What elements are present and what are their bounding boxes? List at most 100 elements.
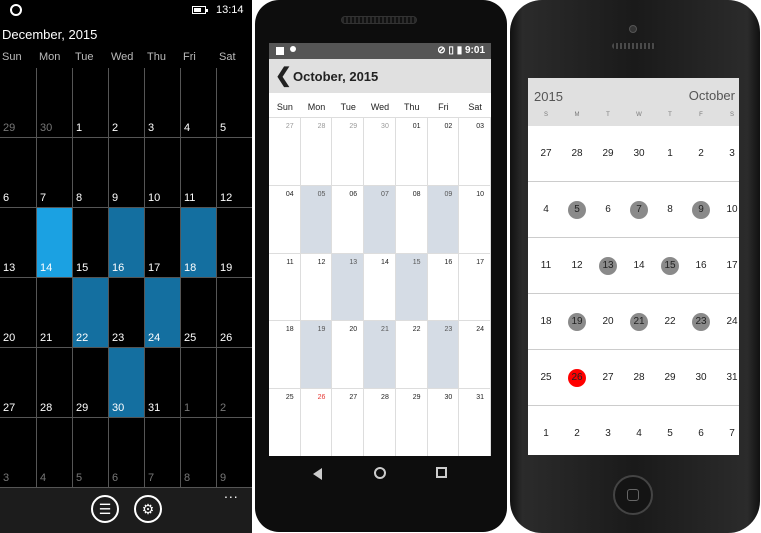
iphone-day-cell[interactable]: 5 <box>562 201 592 219</box>
android-day-cell[interactable]: 19 <box>300 320 333 389</box>
iphone-day-cell[interactable]: 11 <box>531 257 561 275</box>
iphone-day-cell[interactable]: 3 <box>593 425 623 443</box>
iphone-day-cell[interactable]: 10 <box>717 201 739 219</box>
android-day-cell[interactable]: 24 <box>459 320 491 389</box>
wp-day-cell[interactable]: 1 <box>73 68 109 138</box>
wp-day-cell[interactable]: 15 <box>73 208 109 278</box>
android-day-cell[interactable]: 07 <box>364 184 396 253</box>
android-day-cell[interactable]: 15 <box>395 252 428 321</box>
android-day-cell[interactable]: 20 <box>332 320 365 389</box>
wp-day-cell[interactable]: 11 <box>181 138 217 208</box>
iphone-day-cell[interactable]: 2 <box>686 145 716 163</box>
wp-day-cell[interactable]: 6 <box>109 418 145 488</box>
iphone-day-cell[interactable]: 29 <box>655 369 685 387</box>
iphone-day-cell[interactable]: 17 <box>717 257 739 275</box>
android-day-cell[interactable]: 27 <box>332 388 365 456</box>
wp-day-cell[interactable]: 8 <box>181 418 217 488</box>
wp-day-cell[interactable]: 5 <box>73 418 109 488</box>
android-day-cell[interactable]: 18 <box>269 320 301 389</box>
android-day-cell[interactable]: 30 <box>427 388 460 456</box>
android-day-cell[interactable]: 28 <box>300 117 333 185</box>
android-day-cell[interactable]: 29 <box>332 117 365 185</box>
wp-day-cell[interactable]: 3 <box>145 68 181 138</box>
iphone-day-cell[interactable]: 4 <box>624 425 654 443</box>
wp-day-cell[interactable]: 26 <box>217 278 252 348</box>
nav-recents-icon[interactable] <box>436 467 447 478</box>
android-day-cell[interactable]: 30 <box>364 117 396 185</box>
wp-day-cell[interactable]: 4 <box>181 68 217 138</box>
iphone-day-cell[interactable]: 6 <box>593 201 623 219</box>
more-options-button[interactable]: ... <box>224 485 239 501</box>
iphone-day-cell[interactable]: 4 <box>531 201 561 219</box>
wp-day-cell[interactable]: 8 <box>73 138 109 208</box>
nav-home-icon[interactable] <box>374 467 386 479</box>
wp-day-cell[interactable]: 10 <box>145 138 181 208</box>
wp-day-cell[interactable]: 2 <box>109 68 145 138</box>
iphone-day-cell[interactable]: 15 <box>655 257 685 275</box>
android-day-cell[interactable]: 11 <box>269 252 301 321</box>
wp-day-cell[interactable]: 29 <box>73 348 109 418</box>
iphone-day-cell[interactable]: 22 <box>655 313 685 331</box>
iphone-day-cell[interactable]: 23 <box>686 313 716 331</box>
android-day-cell[interactable]: 06 <box>332 184 365 253</box>
android-day-cell[interactable]: 03 <box>459 117 491 185</box>
android-day-cell[interactable]: 12 <box>300 252 333 321</box>
iphone-day-cell[interactable]: 18 <box>531 313 561 331</box>
wp-day-cell[interactable]: 30 <box>109 348 145 418</box>
iphone-day-cell[interactable]: 1 <box>531 425 561 443</box>
wp-day-cell[interactable]: 24 <box>145 278 181 348</box>
android-day-cell[interactable]: 09 <box>427 184 460 253</box>
gear-icon[interactable]: ⚙ <box>134 495 162 523</box>
iphone-day-cell[interactable]: 8 <box>655 201 685 219</box>
android-day-cell[interactable]: 17 <box>459 252 491 321</box>
wp-day-cell[interactable]: 9 <box>109 138 145 208</box>
iphone-day-cell[interactable]: 6 <box>686 425 716 443</box>
iphone-day-cell[interactable]: 5 <box>655 425 685 443</box>
iphone-day-cell[interactable]: 27 <box>593 369 623 387</box>
wp-day-cell[interactable]: 12 <box>217 138 252 208</box>
android-day-cell[interactable]: 29 <box>395 388 428 456</box>
wp-day-cell[interactable]: 29 <box>0 68 37 138</box>
android-day-cell[interactable]: 21 <box>364 320 396 389</box>
android-day-cell[interactable]: 02 <box>427 117 460 185</box>
wp-day-cell[interactable]: 1 <box>181 348 217 418</box>
android-day-cell[interactable]: 27 <box>269 117 301 185</box>
android-day-cell[interactable]: 28 <box>364 388 396 456</box>
iphone-day-cell[interactable]: 31 <box>717 369 739 387</box>
home-button[interactable] <box>613 475 653 515</box>
wp-day-cell[interactable]: 9 <box>217 418 252 488</box>
iphone-day-cell[interactable]: 20 <box>593 313 623 331</box>
iphone-day-cell[interactable]: 2 <box>562 425 592 443</box>
android-day-cell[interactable]: 13 <box>332 252 365 321</box>
android-day-cell[interactable]: 16 <box>427 252 460 321</box>
iphone-day-cell[interactable]: 14 <box>624 257 654 275</box>
nav-back-icon[interactable] <box>313 468 322 480</box>
android-day-cell[interactable]: 10 <box>459 184 491 253</box>
iphone-day-cell[interactable]: 28 <box>624 369 654 387</box>
wp-day-cell[interactable]: 13 <box>0 208 37 278</box>
iphone-day-cell[interactable]: 19 <box>562 313 592 331</box>
wp-day-cell[interactable]: 31 <box>145 348 181 418</box>
wp-day-cell[interactable]: 6 <box>0 138 37 208</box>
wp-day-cell[interactable]: 17 <box>145 208 181 278</box>
back-chevron-icon[interactable]: ❮ <box>275 63 292 88</box>
wp-day-cell[interactable]: 28 <box>37 348 73 418</box>
iphone-day-cell[interactable]: 25 <box>531 369 561 387</box>
iphone-day-cell[interactable]: 30 <box>624 145 654 163</box>
iphone-day-cell[interactable]: 16 <box>686 257 716 275</box>
android-day-cell[interactable]: 01 <box>395 117 428 185</box>
android-day-cell[interactable]: 23 <box>427 320 460 389</box>
iphone-day-cell[interactable]: 29 <box>593 145 623 163</box>
wp-day-cell[interactable]: 27 <box>0 348 37 418</box>
wp-day-cell[interactable]: 19 <box>217 208 252 278</box>
wp-day-cell[interactable]: 7 <box>145 418 181 488</box>
android-day-cell[interactable]: 14 <box>364 252 396 321</box>
wp-day-cell[interactable]: 30 <box>37 68 73 138</box>
iphone-day-cell[interactable]: 9 <box>686 201 716 219</box>
wp-day-cell[interactable]: 23 <box>109 278 145 348</box>
wp-day-cell[interactable]: 4 <box>37 418 73 488</box>
android-day-cell[interactable]: 05 <box>300 184 333 253</box>
iphone-day-cell[interactable]: 26 <box>562 369 592 387</box>
wp-day-cell[interactable]: 22 <box>73 278 109 348</box>
iphone-day-cell[interactable]: 21 <box>624 313 654 331</box>
